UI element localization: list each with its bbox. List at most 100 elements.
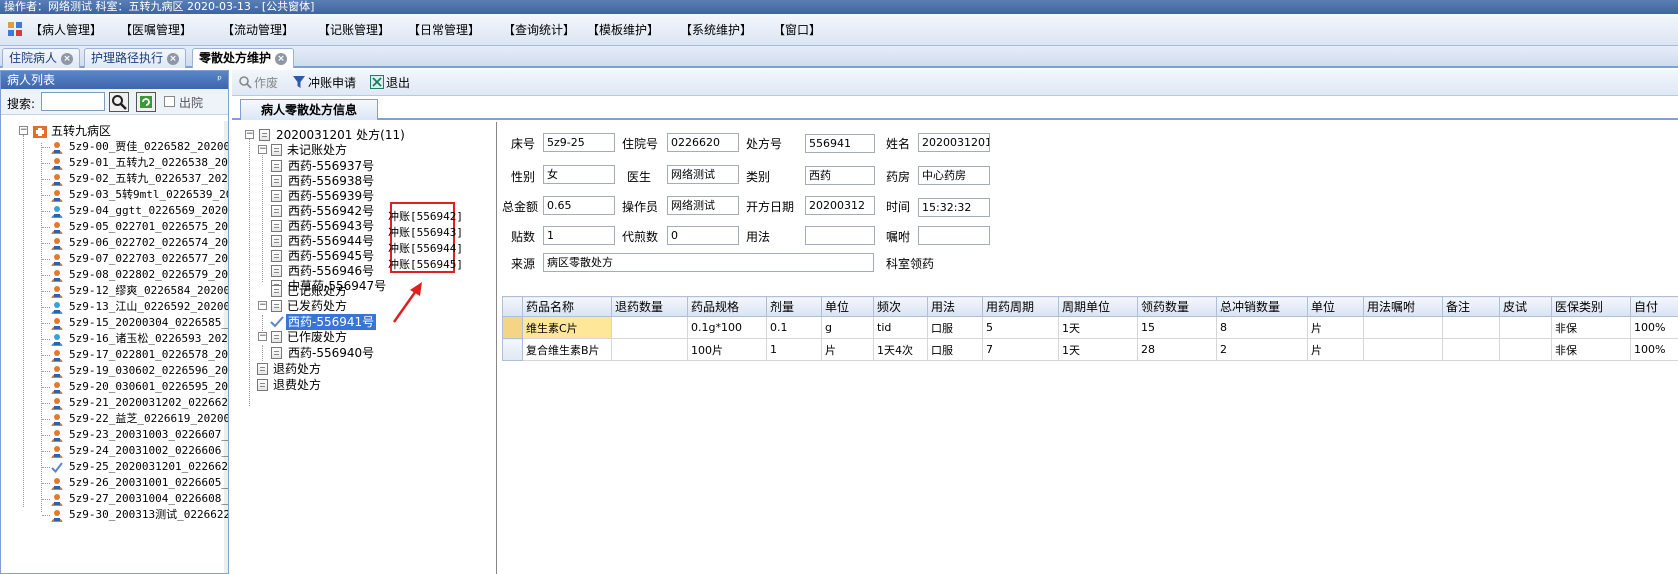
patient-row[interactable]: 5z9-08_022802_0226579_2020 [1, 267, 228, 283]
column-header[interactable]: 退药数量 [611, 296, 688, 317]
name-field[interactable]: 2020031201 [918, 133, 990, 152]
grid-cell[interactable]: 7 [982, 338, 1059, 361]
grid-cell[interactable]: 非保 [1551, 338, 1631, 361]
grid-cell[interactable] [1499, 338, 1552, 361]
search-input[interactable] [41, 92, 105, 111]
grid-cell[interactable] [1363, 338, 1443, 361]
patient-row[interactable]: 5z9-23_20031003_0226607_20 [1, 427, 228, 443]
menu-query-statistics[interactable]: 【查询统计】 [503, 22, 575, 38]
collapse-icon[interactable]: − [245, 130, 254, 139]
patient-row[interactable]: 5z9-15_20200304_0226585_20 [1, 315, 228, 331]
grid-cell[interactable]: 8 [1216, 316, 1308, 339]
patient-row[interactable]: 5z9-01_五转九2_0226538_202 [1, 155, 228, 171]
inpatient-no-field[interactable]: 0226620 [667, 133, 739, 152]
column-header[interactable]: 频次 [873, 296, 928, 317]
grid-cell[interactable]: 口服 [927, 338, 983, 361]
patient-row[interactable]: 5z9-03_5转9mtl_0226539_202 [1, 187, 228, 203]
grid-cell[interactable]: 1天 [1058, 338, 1138, 361]
tab-nursing-path[interactable]: 护理路径执行 × [84, 48, 187, 68]
collapse-icon[interactable]: − [258, 301, 267, 310]
grid-cell[interactable]: 15 [1137, 316, 1217, 339]
refresh-button[interactable] [136, 92, 156, 112]
grid-cell[interactable] [1363, 316, 1443, 339]
patient-row[interactable]: 5z9-19_030602_0226596_2020 [1, 363, 228, 379]
column-header[interactable]: 药品规格 [687, 296, 767, 317]
grid-cell[interactable]: g [821, 316, 874, 339]
patient-row[interactable]: 5z9-05_022701_0226575_2020 [1, 219, 228, 235]
column-header[interactable]: 皮试 [1499, 296, 1552, 317]
column-header[interactable]: 药品名称 [522, 296, 612, 317]
column-header[interactable]: 剂量 [766, 296, 822, 317]
grid-cell[interactable]: 片 [1307, 316, 1364, 339]
column-header[interactable]: 医保类别 [1551, 296, 1631, 317]
bed-field[interactable]: 5z9-25 [543, 133, 615, 152]
menu-flow-management[interactable]: 【流动管理】 [222, 22, 294, 38]
patient-row[interactable]: 5z9-24_20031002_0226606_20 [1, 443, 228, 459]
exit-button[interactable]: 退出 [370, 75, 410, 91]
ward-node[interactable]: − 五转九病区 [1, 123, 221, 139]
tab-patient-scattered-prescription[interactable]: 病人零散处方信息 [240, 99, 378, 120]
column-header[interactable]: 周期单位 [1058, 296, 1138, 317]
table-row[interactable]: 维生素C片 0.1g*100 0.1 g tid 口服 5 1天 15 8 片 非保 100% [502, 316, 1678, 339]
patient-row[interactable]: 5z9-02_五转九_0226537_2020 [1, 171, 228, 187]
grid-cell[interactable]: 5 [982, 316, 1059, 339]
grid-cell[interactable]: 1天 [1058, 316, 1138, 339]
advice-field[interactable] [918, 226, 990, 245]
column-header[interactable]: 单位 [821, 296, 874, 317]
patient-row[interactable]: 5z9-27_20031004_0226608_20 [1, 491, 228, 507]
discharged-checkbox[interactable] [164, 96, 175, 107]
grid-cell[interactable]: 2 [1216, 338, 1308, 361]
patient-row[interactable]: 5z9-12_缪爽_0226584_202003 [1, 283, 228, 299]
patient-row[interactable]: 5z9-00_贾佳_0226582_202003 [1, 139, 228, 155]
patient-row[interactable]: 5z9-26_20031001_0226605_20 [1, 475, 228, 491]
grid-cell[interactable]: 100片 [687, 338, 767, 361]
close-icon[interactable]: × [167, 52, 180, 65]
category-field[interactable]: 西药 [805, 166, 875, 185]
row-indicator[interactable] [502, 338, 523, 361]
source-field[interactable]: 病区零散处方 [543, 253, 874, 272]
grid-cell[interactable]: tid [873, 316, 928, 339]
grid-cell[interactable] [1442, 316, 1500, 339]
column-header[interactable]: 领药数量 [1137, 296, 1217, 317]
column-header[interactable]: 用法嘱咐 [1363, 296, 1443, 317]
close-icon[interactable]: × [275, 52, 288, 65]
column-header[interactable]: 备注 [1442, 296, 1500, 317]
menu-daily-management[interactable]: 【日常管理】 [408, 22, 480, 38]
patient-row[interactable]: 5z9-25_2020031201_0226620_ [1, 459, 228, 475]
tab-inpatients[interactable]: 住院病人 × [2, 48, 81, 68]
patient-row[interactable]: 5z9-16_诸玉松_0226593_2020 [1, 331, 228, 347]
menu-order-management[interactable]: 【医嘱管理】 [120, 22, 192, 38]
grid-cell[interactable] [1499, 316, 1552, 339]
presc-no-field[interactable]: 556941 [805, 134, 875, 153]
close-icon[interactable]: × [61, 52, 74, 65]
menu-window[interactable]: 【窗口】 [773, 22, 821, 38]
grid-cell[interactable] [1442, 338, 1500, 361]
collapse-icon[interactable]: − [258, 145, 267, 154]
search-button[interactable] [109, 92, 129, 112]
column-header[interactable]: 用法 [927, 296, 983, 317]
doses-field[interactable]: 1 [543, 226, 615, 245]
column-header[interactable]: 用药周期 [982, 296, 1059, 317]
patient-row[interactable]: 5z9-21_2020031202_0226621_ [1, 395, 228, 411]
menu-billing-management[interactable]: 【记账管理】 [318, 22, 390, 38]
grid-cell[interactable]: 0.1g*100 [687, 316, 767, 339]
patient-row[interactable]: 5z9-06_022702_0226574_2020 [1, 235, 228, 251]
tab-scattered-prescription[interactable]: 零散处方维护 × [192, 48, 295, 68]
patient-row[interactable]: 5z9-07_022703_0226577_2020 [1, 251, 228, 267]
grid-cell[interactable]: 0.1 [766, 316, 822, 339]
patient-row[interactable]: 5z9-30_200313测试_0226622_ [1, 507, 228, 523]
decoction-field[interactable]: 0 [667, 226, 739, 245]
patient-row[interactable]: 5z9-17_022801_0226578_2020 [1, 347, 228, 363]
patient-row[interactable]: 5z9-20_030601_0226595_2020 [1, 379, 228, 395]
sex-field[interactable]: 女 [543, 165, 615, 184]
grid-cell[interactable]: 片 [1307, 338, 1364, 361]
grid-cell[interactable]: 复合维生素B片 [522, 338, 612, 361]
patient-row[interactable]: 5z9-04_ggtt_0226569_202002 [1, 203, 228, 219]
row-indicator[interactable] [502, 316, 523, 339]
grid-cell[interactable]: 28 [1137, 338, 1217, 361]
doctor-field[interactable]: 网络测试 [667, 165, 739, 184]
column-header[interactable]: 单位 [1307, 296, 1364, 317]
menu-patient-management[interactable]: 【病人管理】 [30, 22, 102, 38]
collapse-icon[interactable]: − [19, 126, 28, 135]
grid-cell[interactable] [611, 316, 688, 339]
